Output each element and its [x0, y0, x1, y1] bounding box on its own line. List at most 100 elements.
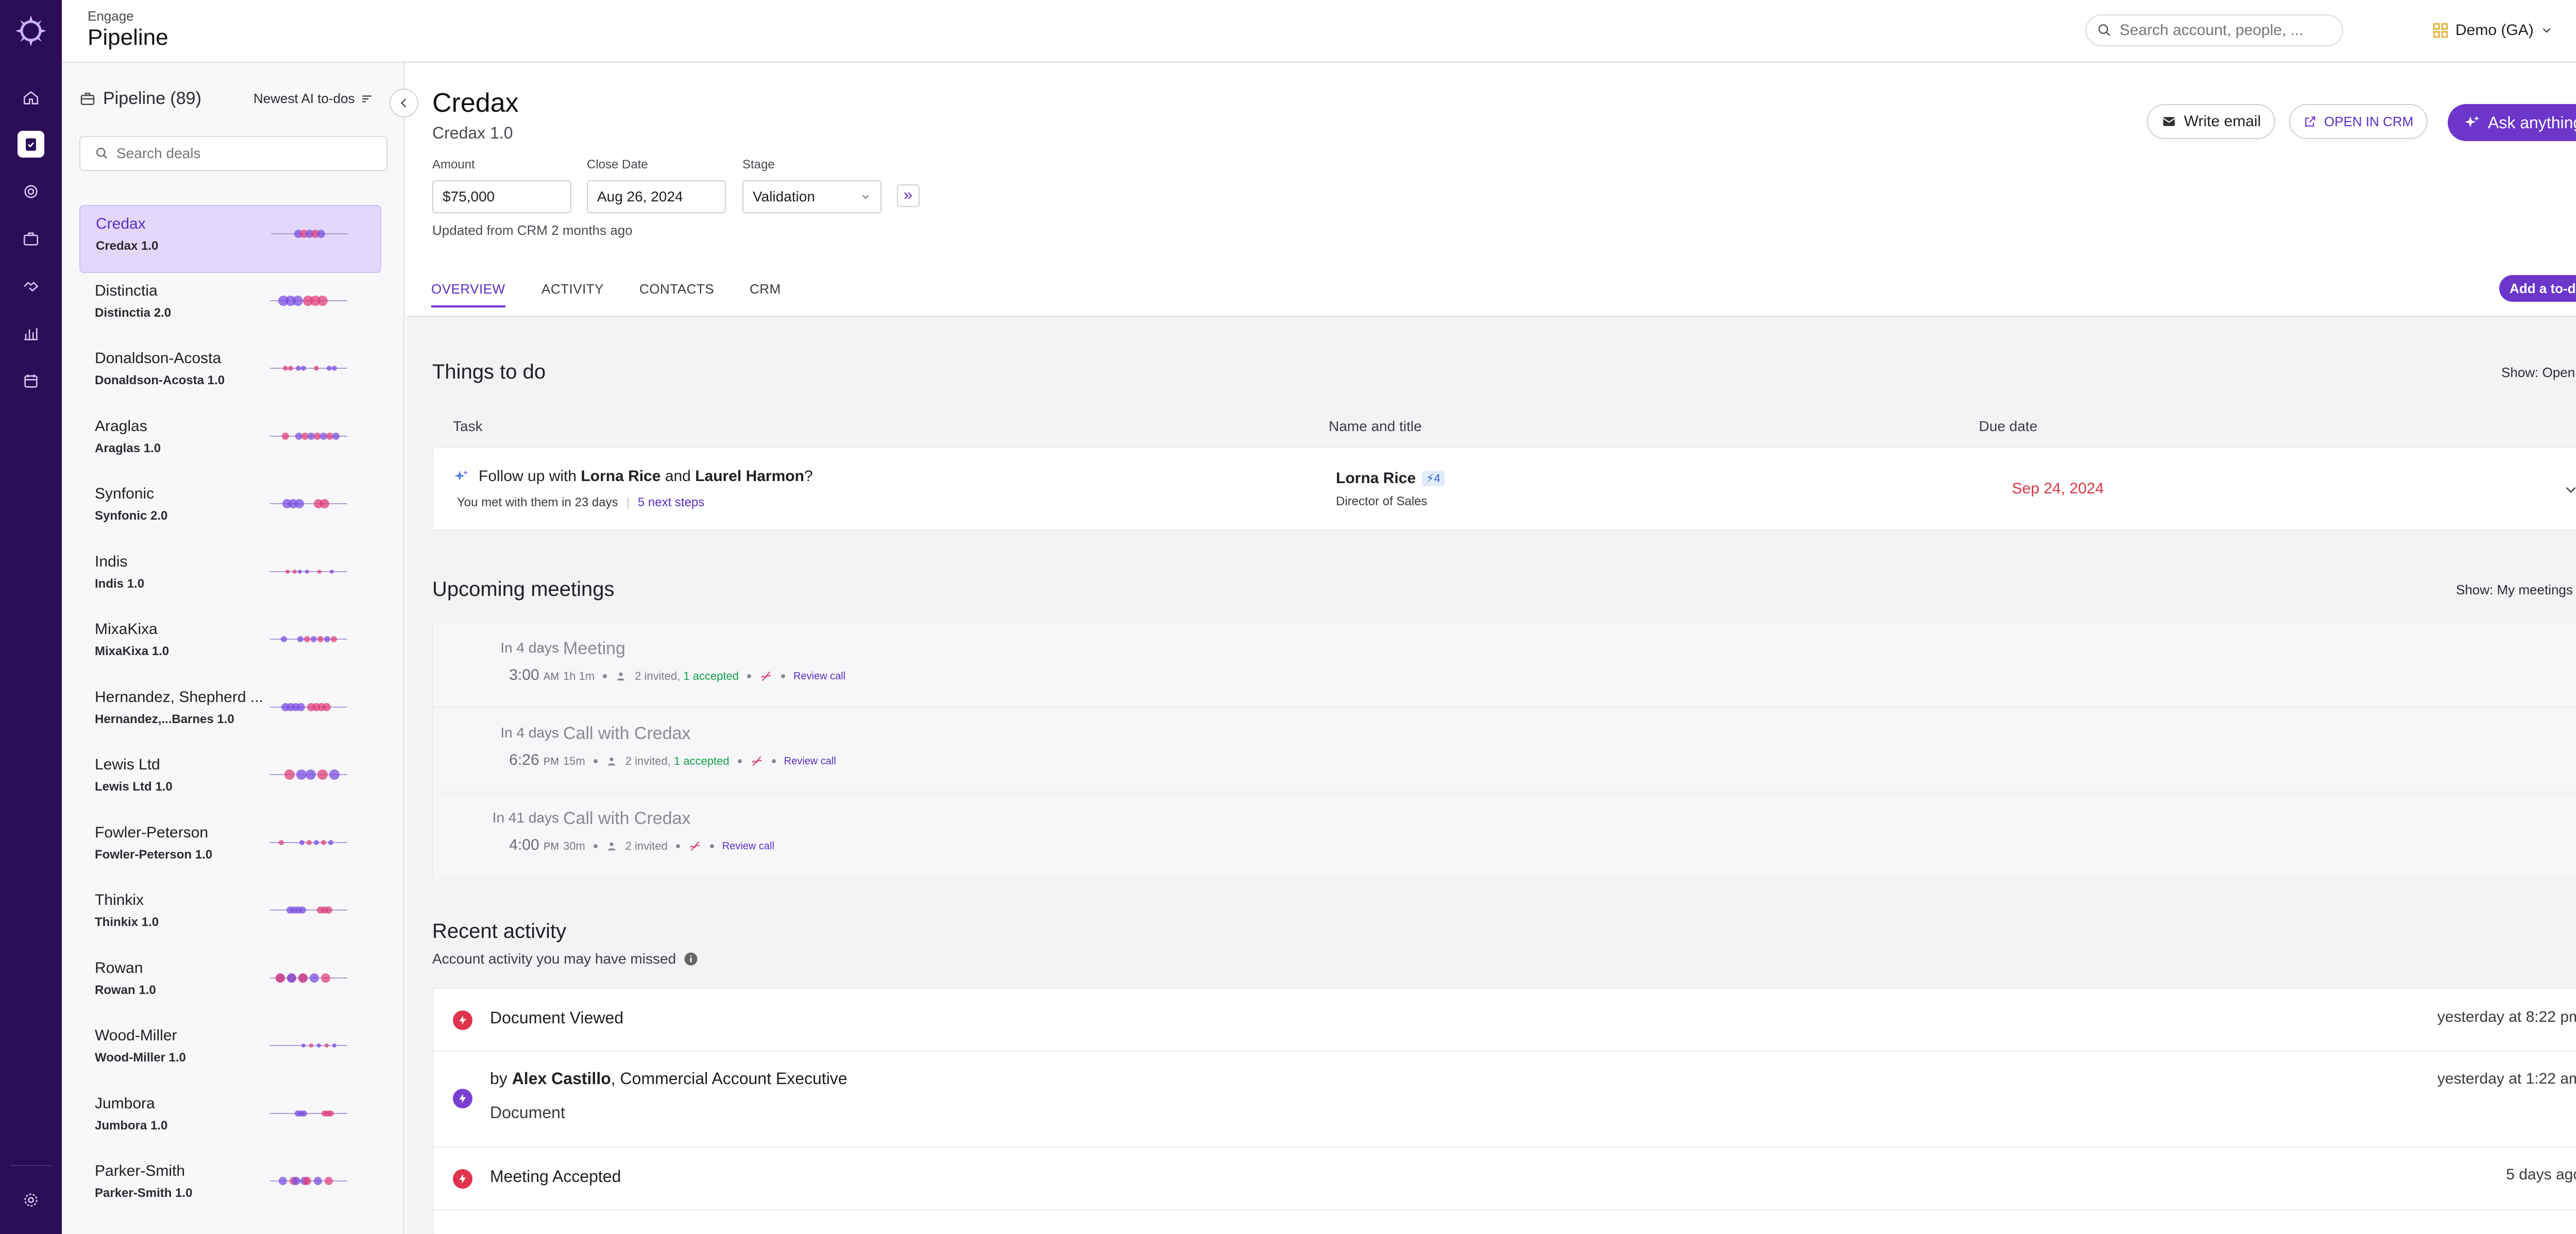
close-date-label: Close Date [587, 158, 648, 172]
due-date: Sep 24, 2024 [2012, 480, 2104, 497]
settings-gear-icon[interactable] [18, 1187, 44, 1213]
deal-item[interactable]: Jumbora Jumbora 1.0 [79, 1086, 381, 1154]
open-in-crm-label: OPEN IN CRM [2324, 113, 2414, 129]
deal-name: Synfonic [95, 485, 155, 502]
advance-stage-button[interactable] [897, 184, 920, 207]
tab-contacts[interactable]: CONTACTS [639, 281, 714, 305]
deal-name: Wood-Miller [95, 1027, 177, 1044]
deal-name: Thinkix [95, 892, 144, 909]
meeting-row[interactable]: In 4 days 3:00 AM Meeting 1h 1m 2 invited, 1… [433, 623, 2576, 708]
briefcase-icon[interactable] [18, 226, 44, 252]
top-header: Engage Pipeline Demo (GA) ? AC [62, 0, 2576, 63]
review-call-link[interactable]: Review call [722, 841, 774, 852]
engagement-timeline [270, 702, 347, 711]
amount-field[interactable]: $75,000 [432, 180, 571, 213]
app-logo-icon[interactable] [11, 11, 50, 50]
deal-header: Credax Credax 1.0 Amount $75,000 Close D… [406, 63, 2576, 268]
engagement-timeline [270, 906, 347, 914]
meeting-title: Call with Credax [563, 724, 691, 743]
chevron-down-icon[interactable] [2562, 481, 2576, 499]
add-todo-button[interactable]: Add a to-do [2499, 275, 2576, 302]
write-email-button[interactable]: Write email [2147, 104, 2276, 139]
engagement-timeline [270, 769, 347, 780]
sparkle-icon [2465, 115, 2480, 128]
activity-item[interactable]: by Alex Castillo, Commercial Account Exe… [433, 1052, 2576, 1147]
activity-title: Meeting Accepted [490, 1167, 621, 1186]
tab-crm[interactable]: CRM [750, 281, 781, 305]
person-icon [607, 757, 616, 766]
crm-updated-text: Updated from CRM 2 months ago [432, 222, 633, 238]
engagement-timeline [270, 295, 347, 306]
deal-item[interactable]: MixaKixa MixaKixa 1.0 [79, 611, 381, 679]
deal-item[interactable]: Wood-Miller Wood-Miller 1.0 [79, 1018, 381, 1086]
review-call-link[interactable]: Review call [793, 671, 845, 682]
chevron-down-icon [2543, 28, 2550, 33]
deal-item[interactable]: Parker-Smith Parker-Smith 1.0 [79, 1153, 381, 1221]
deal-search[interactable] [79, 136, 387, 171]
ask-anything-label: Ask anything [2488, 113, 2576, 132]
tab-overview[interactable]: OVERVIEW [431, 281, 505, 307]
col-name-title: Name and title [1329, 418, 1422, 434]
info-icon[interactable] [683, 951, 699, 967]
deal-version: Credax 1.0 [432, 124, 513, 142]
engagement-timeline [270, 839, 347, 845]
deal-name: Indis [95, 553, 128, 570]
sort-dropdown[interactable]: Newest AI to-dos [253, 91, 374, 107]
sort-label: Newest AI to-dos [253, 91, 355, 106]
global-search[interactable] [2086, 14, 2343, 46]
analytics-icon[interactable] [18, 320, 44, 347]
global-search-input[interactable] [2120, 22, 2336, 39]
next-steps-link[interactable]: 5 next steps [638, 495, 704, 510]
open-in-crm-button[interactable]: OPEN IN CRM [2289, 104, 2428, 139]
tab-activity[interactable]: ACTIVITY [541, 281, 604, 305]
pipeline-nav-icon[interactable] [18, 131, 44, 158]
deal-item[interactable]: Hernandez, Shepherd ... Hernandez,...Barn… [79, 679, 381, 747]
activity-item[interactable]: Document Viewed yesterday at 8:22 pm [433, 989, 2576, 1052]
briefcase-icon [80, 92, 95, 105]
org-switcher[interactable]: Demo (GA) [2432, 18, 2553, 43]
deal-item[interactable]: Indis Indis 1.0 [79, 544, 381, 612]
engagement-timeline [270, 366, 347, 371]
meeting-row[interactable]: In 41 days 4:00 PM Call with Credax 30m 2 in… [433, 793, 2576, 878]
upcoming-meetings-title: Upcoming meetings [432, 578, 615, 601]
deal-item[interactable]: Lewis Ltd Lewis Ltd 1.0 [79, 747, 381, 815]
todo-filter[interactable]: Show: Open [2501, 365, 2576, 381]
home-icon[interactable] [18, 84, 44, 111]
close-date-field[interactable]: Aug 26, 2024 [587, 180, 726, 213]
col-due-date: Due date [1979, 418, 2038, 434]
meetings-filter[interactable]: Show: My meetings [2456, 582, 2576, 598]
todo-contact[interactable]: Lorna Rice ⚡4 [1336, 470, 1445, 487]
double-chevron-right-icon [904, 192, 912, 199]
engagement-timeline [271, 230, 348, 238]
activity-item[interactable]: Meeting Accepted 5 days ago [433, 1147, 2576, 1210]
deal-item[interactable]: Credax Credax 1.0 [79, 205, 381, 273]
search-icon [2098, 24, 2110, 36]
engagement-timeline [270, 1110, 347, 1117]
deal-item[interactable]: Thinkix Thinkix 1.0 [79, 882, 381, 950]
todo-row[interactable]: Follow up with Lorna Rice and Laurel Har… [432, 447, 2576, 530]
deal-name: Lewis Ltd [95, 756, 160, 773]
deal-name: Credax [96, 215, 146, 232]
deal-item[interactable]: Fowler-Peterson Fowler-Peterson 1.0 [79, 815, 381, 883]
deal-item[interactable]: Distinctia Distinctia 2.0 [79, 273, 381, 341]
meeting-title: Meeting [563, 639, 625, 658]
meeting-row[interactable]: In 4 days 6:26 PM Call with Credax 15m 2 inv… [433, 708, 2576, 793]
engagement-timeline [270, 1177, 347, 1185]
collapse-sidebar-button[interactable] [389, 89, 418, 117]
breadcrumb[interactable]: Engage [88, 8, 134, 24]
deal-search-input[interactable] [116, 145, 374, 162]
stage-select[interactable]: Validation [742, 180, 882, 213]
review-call-link[interactable]: Review call [784, 756, 836, 767]
deal-item[interactable]: Rowan Rowan 1.0 [79, 950, 381, 1018]
ask-anything-button[interactable]: Ask anything [2448, 104, 2576, 141]
activity-person[interactable]: Alex Castillo [512, 1069, 611, 1088]
engagement-timeline [270, 432, 347, 440]
handshake-icon[interactable] [18, 273, 44, 300]
deal-item[interactable]: Synfonic Synfonic 2.0 [79, 476, 381, 544]
calendar-icon[interactable] [18, 368, 44, 395]
bolt-icon: ⚡ [1426, 472, 1434, 485]
recent-activity-title: Recent activity [432, 920, 567, 942]
support-icon[interactable] [18, 178, 44, 205]
deal-item[interactable]: Araglas Araglas 1.0 [79, 408, 381, 476]
deal-item[interactable]: Donaldson-Acosta Donaldson-Acosta 1.0 [79, 340, 381, 408]
